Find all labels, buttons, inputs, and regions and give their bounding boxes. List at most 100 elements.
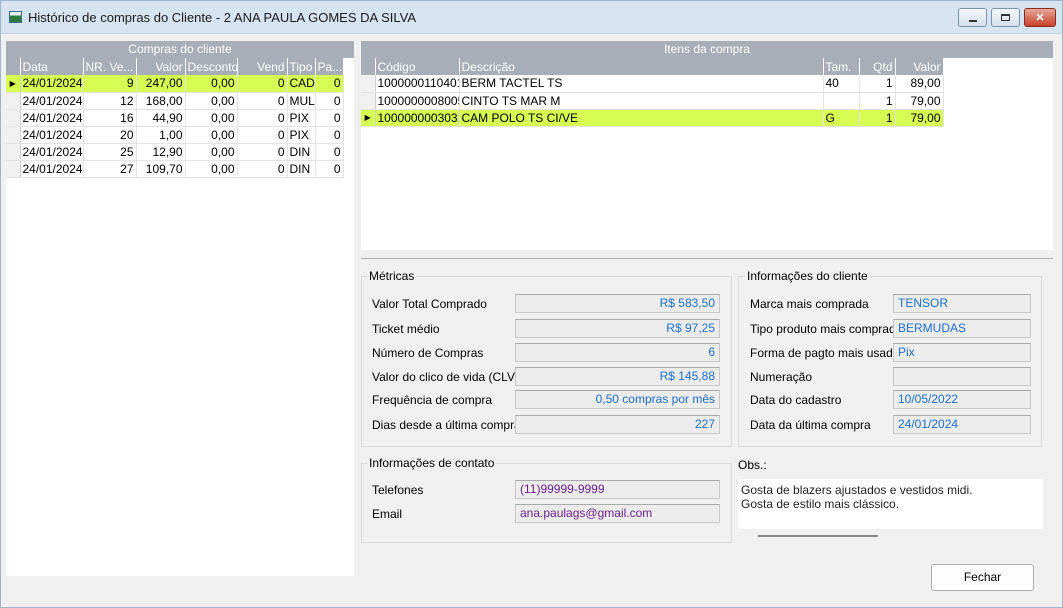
col-header[interactable]: Código	[375, 58, 460, 75]
col-header[interactable]: NR. Ve...	[83, 58, 137, 75]
item-cell: BERM TACTEL TS	[459, 75, 824, 93]
purchase-cell: 9	[83, 75, 137, 93]
purchase-cell: 0,00	[185, 126, 238, 144]
client_info-value-field[interactable]: Pix	[893, 343, 1031, 362]
obs-textarea[interactable]: Gosta de blazers ajustados e vestidos mi…	[738, 479, 1043, 529]
purchase-cell: 12	[83, 92, 137, 110]
purchase-cell: 0	[315, 143, 344, 161]
current-row-arrow-icon[interactable]: ▶	[6, 75, 21, 93]
metrics-label: Número de Compras	[372, 346, 484, 360]
purchase-cell: 168,00	[136, 92, 186, 110]
item-row[interactable]: ▶ 1000000003031 CAM POLO TS CI/VE G 1 79,00	[361, 109, 944, 127]
purchase-cell: 0,00	[185, 160, 238, 178]
client_info-value-field[interactable]	[893, 367, 1031, 386]
items-header: Itens da compra	[361, 41, 1053, 58]
col-header[interactable]: Descrição	[459, 58, 824, 75]
current-row-arrow-icon[interactable]: ▶	[361, 109, 376, 127]
row-indicator[interactable]	[361, 92, 376, 110]
maximize-button[interactable]	[991, 8, 1020, 27]
items-panel: Itens da compra Código Descrição Tam. Qt…	[361, 41, 1053, 250]
client_info-label: Marca mais comprada	[750, 297, 869, 311]
col-header[interactable]: Vend	[237, 58, 288, 75]
col-header[interactable]: Tipo	[287, 58, 316, 75]
row-indicator[interactable]	[6, 109, 21, 127]
purchase-row[interactable]: 24/01/2024 27 109,70 0,00 0 DIN 0	[6, 160, 344, 178]
col-header[interactable]: Valor	[136, 58, 186, 75]
col-header[interactable]: Data	[20, 58, 84, 75]
metrics-label: Frequência de compra	[372, 393, 493, 407]
purchase-cell: 0,00	[185, 75, 238, 93]
obs-line: Gosta de blazers ajustados e vestidos mi…	[741, 483, 973, 497]
minimize-button[interactable]	[958, 8, 987, 27]
items-grid[interactable]: Código Descrição Tam. Qtd Valor 10000001…	[361, 58, 944, 127]
metrics-value-field[interactable]: 0,50 compras por mês	[515, 390, 720, 409]
metrics-value-field[interactable]: R$ 145,88	[515, 367, 720, 386]
divider	[361, 258, 1053, 259]
col-header[interactable]: Pa...	[315, 58, 344, 75]
metrics-value-field[interactable]: 6	[515, 343, 720, 362]
purchase-row[interactable]: 24/01/2024 25 12,90 0,00 0 DIN 0	[6, 143, 344, 161]
phone-field[interactable]: (11)99999-9999	[515, 480, 720, 499]
purchase-cell: 24/01/2024	[20, 126, 84, 144]
purchase-cell: 27	[83, 160, 137, 178]
purchase-cell: 0,00	[185, 92, 238, 110]
client_info-value-field[interactable]: BERMUDAS	[893, 319, 1031, 338]
client_info-label: Tipo produto mais comprado	[750, 322, 903, 336]
metrics-label: Ticket médio	[372, 322, 440, 336]
purchases-grid[interactable]: Data NR. Ve... Valor Desconto Vend Tipo …	[6, 58, 344, 178]
item-cell: CINTO TS MAR M	[459, 92, 824, 110]
item-cell: 1	[859, 109, 896, 127]
client-info-title: Informações do cliente	[745, 269, 870, 283]
purchase-cell: 0,00	[185, 109, 238, 127]
item-row[interactable]: 1000000008005 CINTO TS MAR M 1 79,00	[361, 92, 944, 110]
col-header[interactable]: Valor	[895, 58, 944, 75]
client_info-label: Data da última compra	[750, 418, 871, 432]
contact-title: Informações de contato	[367, 456, 497, 470]
obs-line: Gosta de estilo mais clássico.	[741, 497, 900, 511]
col-header[interactable]: Qtd	[859, 58, 896, 75]
purchase-row[interactable]: 24/01/2024 12 168,00 0,00 0 MUL 0	[6, 92, 344, 110]
client_info-value-field[interactable]: 10/05/2022	[893, 390, 1031, 409]
close-button[interactable]: Fechar	[931, 564, 1034, 591]
item-cell: 40	[823, 75, 860, 93]
app-icon	[9, 11, 22, 23]
row-indicator[interactable]	[6, 160, 21, 178]
row-indicator[interactable]	[361, 75, 376, 93]
item-row[interactable]: 1000000110401 BERM TACTEL TS 40 1 89,00	[361, 75, 944, 93]
metrics-value-field[interactable]: R$ 97,25	[515, 319, 720, 338]
row-indicator[interactable]	[6, 92, 21, 110]
purchase-cell: 24/01/2024	[20, 143, 84, 161]
close-window-button[interactable]: ✕	[1024, 8, 1056, 27]
purchase-cell: 0	[237, 160, 288, 178]
email-field[interactable]: ana.paulags@gmail.com	[515, 504, 720, 523]
metrics-value-field[interactable]: 227	[515, 415, 720, 434]
metrics-title: Métricas	[367, 269, 417, 283]
purchase-cell: 109,70	[136, 160, 186, 178]
client_info-label: Forma de pagto mais usada	[750, 346, 900, 360]
phone-label: Telefones	[372, 483, 424, 497]
row-indicator[interactable]	[6, 126, 21, 144]
purchase-cell: CAD	[287, 75, 316, 93]
col-header[interactable]: Tam.	[823, 58, 860, 75]
purchase-row[interactable]: 24/01/2024 20 1,00 0,00 0 PIX 0	[6, 126, 344, 144]
purchases-header: Compras do cliente	[6, 41, 354, 58]
purchase-cell: 24/01/2024	[20, 75, 84, 93]
items-header-row: Código Descrição Tam. Qtd Valor	[361, 58, 944, 75]
client_info-value-field[interactable]: TENSOR	[893, 294, 1031, 313]
purchase-cell: 0	[315, 160, 344, 178]
purchase-cell: PIX	[287, 126, 316, 144]
title-bar[interactable]: Histórico de compras do Cliente - 2 ANA …	[1, 1, 1062, 34]
purchase-cell: PIX	[287, 109, 316, 127]
metrics-value-field[interactable]: R$ 583,50	[515, 294, 720, 313]
purchase-row[interactable]: ▶ 24/01/2024 9 247,00 0,00 0 CAD 0	[6, 75, 344, 93]
item-cell: 1000000003031	[375, 109, 460, 127]
client_info-value-field[interactable]: 24/01/2024	[893, 415, 1031, 434]
row-indicator[interactable]	[6, 143, 21, 161]
row-indicator-header	[361, 58, 376, 75]
purchase-row[interactable]: 24/01/2024 16 44,90 0,00 0 PIX 0	[6, 109, 344, 127]
purchase-cell: 44,90	[136, 109, 186, 127]
item-cell	[823, 92, 860, 110]
obs-scrollbar[interactable]	[758, 535, 878, 537]
purchase-cell: 0,00	[185, 143, 238, 161]
col-header[interactable]: Desconto	[185, 58, 238, 75]
